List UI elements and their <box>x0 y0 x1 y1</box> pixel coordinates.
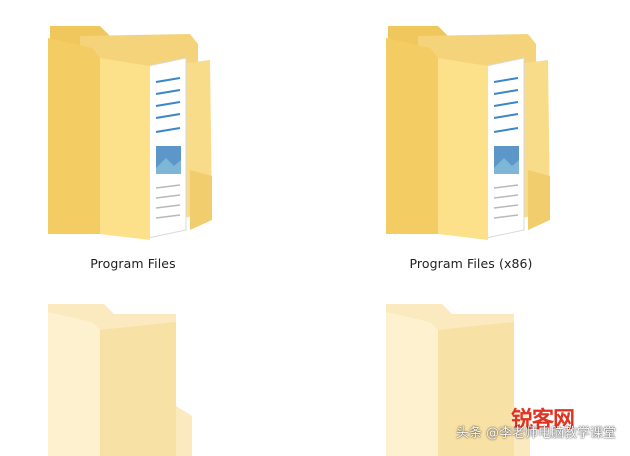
folder-with-documents-icon <box>48 26 212 240</box>
file-name-label: Program Files <box>90 256 176 271</box>
file-name-label: Program Files (x86) <box>409 256 533 271</box>
folder-item[interactable] <box>40 300 220 456</box>
watermark-text: 头条 @李老师电脑教学课堂 <box>455 425 616 441</box>
folder-item-program-files-x86[interactable]: Program Files (x86) <box>378 20 558 280</box>
folder-with-documents-icon <box>386 26 550 240</box>
folder-item-program-files[interactable]: Program Files <box>40 20 220 280</box>
watermark: 头条 @李老师电脑教学课堂 <box>456 420 616 442</box>
empty-folder-icon <box>48 304 192 456</box>
